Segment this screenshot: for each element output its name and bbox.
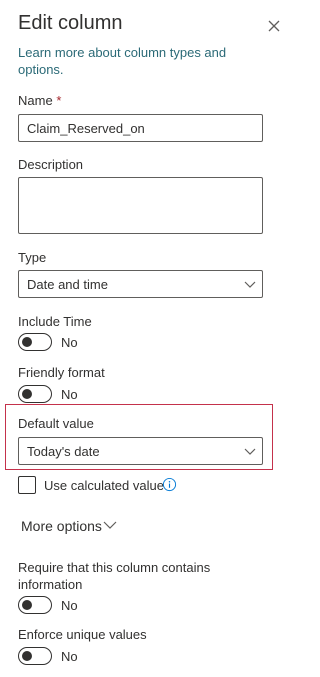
- name-label-text: Name: [18, 93, 53, 108]
- default-value-label: Default value: [18, 416, 94, 431]
- enforce-unique-toggle[interactable]: [18, 647, 52, 665]
- include-time-state: No: [61, 335, 78, 350]
- name-input[interactable]: Claim_Reserved_on: [18, 114, 263, 142]
- friendly-format-label: Friendly format: [18, 365, 105, 380]
- chevron-down-icon: [244, 448, 256, 455]
- info-icon[interactable]: [162, 477, 177, 492]
- require-info-label: Require that this column contains inform…: [18, 560, 211, 592]
- use-calculated-checkbox[interactable]: [18, 476, 36, 494]
- include-time-toggle[interactable]: [18, 333, 52, 351]
- required-mark: *: [56, 93, 62, 108]
- toggle-knob: [22, 600, 32, 610]
- chevron-down-icon: [244, 281, 256, 288]
- default-value-selected: Today's date: [27, 444, 100, 459]
- close-icon[interactable]: [264, 16, 284, 36]
- description-textarea[interactable]: [18, 177, 263, 234]
- panel-title: Edit column: [18, 12, 123, 34]
- learn-more-link[interactable]: Learn more about column types and option…: [18, 44, 258, 78]
- toggle-knob: [22, 651, 32, 661]
- toggle-knob: [22, 337, 32, 347]
- include-time-label: Include Time: [18, 314, 92, 329]
- type-selected-value: Date and time: [27, 277, 108, 292]
- chevron-down-icon[interactable]: [103, 518, 117, 532]
- require-info-state: No: [61, 598, 78, 613]
- default-value-dropdown[interactable]: Today's date: [18, 437, 263, 465]
- more-options-button[interactable]: More options: [21, 518, 102, 534]
- friendly-format-state: No: [61, 387, 78, 402]
- require-info-toggle[interactable]: [18, 596, 52, 614]
- friendly-format-toggle[interactable]: [18, 385, 52, 403]
- type-dropdown[interactable]: Date and time: [18, 270, 263, 298]
- enforce-unique-label: Enforce unique values: [18, 627, 147, 642]
- type-label: Type: [18, 250, 47, 265]
- enforce-unique-state: No: [61, 649, 78, 664]
- toggle-knob: [22, 389, 32, 399]
- description-label: Description: [18, 157, 84, 172]
- name-label: Name *: [18, 93, 61, 108]
- use-calculated-label: Use calculated value: [44, 478, 164, 493]
